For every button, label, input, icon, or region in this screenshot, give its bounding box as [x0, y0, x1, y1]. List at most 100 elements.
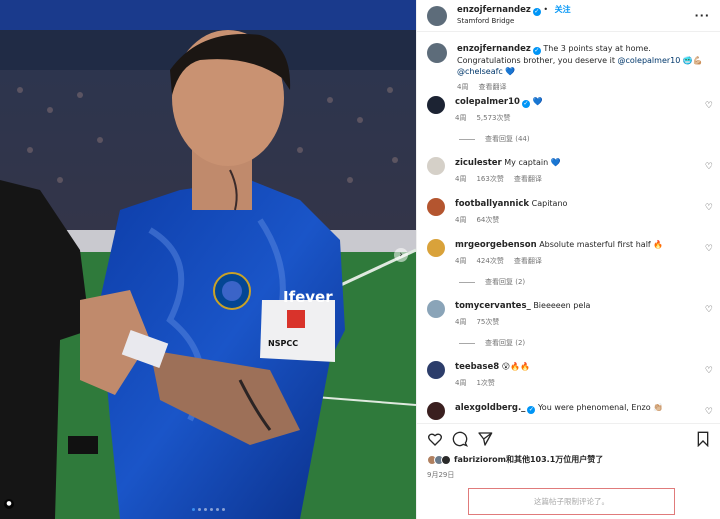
comment-item: colepalmer10 ✓ 💙 4周 5,573次赞 ♡	[417, 96, 720, 124]
like-heart-icon[interactable]: ♡	[705, 244, 713, 254]
comment-item: teebase8 😮🔥🔥 4周 1次赞 ♡	[417, 361, 720, 389]
blue-heart-emoji: 💙	[505, 67, 516, 76]
separator: •	[543, 5, 551, 14]
comment-username[interactable]: ziculester	[455, 158, 502, 168]
caption-time: 4周	[457, 83, 469, 91]
comment-text: Bieeeeen pela	[533, 301, 591, 310]
comment-username[interactable]: colepalmer10	[455, 97, 520, 107]
comment-time: 4周	[455, 257, 467, 265]
author-info: enzojfernandez ✓ • 关注 Stamford Bridge	[457, 4, 694, 27]
comment-text: You were phenomenal, Enzo 👏🏼	[537, 403, 664, 412]
tagged-people-icon[interactable]: ●	[4, 499, 14, 509]
share-icon[interactable]	[477, 431, 493, 447]
heart-icon[interactable]	[427, 431, 443, 447]
caption-username[interactable]: enzojfernandez	[457, 44, 531, 54]
commenter-avatar[interactable]	[427, 361, 445, 379]
comment-username[interactable]: footballyannick	[455, 199, 529, 209]
carousel-dot	[215, 508, 219, 511]
comment-username[interactable]: tomycervantes_	[455, 301, 531, 311]
view-replies[interactable]: 查看回复 (2)	[459, 277, 525, 287]
carousel-dot	[191, 508, 195, 511]
verified-icon: ✓	[532, 47, 541, 55]
comment-item: footballyannick Capitano 4周 64次赞 ♡	[417, 198, 720, 226]
view-replies-label[interactable]: 查看回复 (2)	[485, 277, 525, 287]
comment-icon[interactable]	[452, 431, 468, 447]
commenter-avatar[interactable]	[427, 198, 445, 216]
like-heart-icon[interactable]: ♡	[705, 366, 713, 376]
comment-text: 😮🔥🔥	[501, 362, 530, 371]
commenter-avatar[interactable]	[427, 96, 445, 114]
post-panel: enzojfernandez ✓ • 关注 Stamford Bridge ···…	[416, 0, 720, 519]
post-date: 9月29日	[427, 471, 455, 479]
comment-time: 4周	[455, 379, 467, 387]
like-heart-icon[interactable]: ♡	[705, 407, 713, 417]
comment-likes[interactable]: 75次赞	[476, 318, 499, 326]
verified-icon: ✓	[532, 8, 541, 16]
sponsor-text: Ifever	[283, 288, 333, 306]
view-replies-label[interactable]: 查看回复 (44)	[485, 134, 530, 144]
follow-button[interactable]: 关注	[555, 5, 571, 14]
comment-time: 4周	[455, 114, 467, 122]
comment-item: mrgeorgebenson Absolute masterful first …	[417, 239, 720, 267]
likes-summary[interactable]: fabriziorom和其他103.1万位用户赞了	[427, 454, 603, 465]
post-header: enzojfernandez ✓ • 关注 Stamford Bridge ···	[417, 0, 720, 32]
view-replies-label[interactable]: 查看回复 (2)	[485, 338, 525, 348]
translate-link[interactable]: 查看翻译	[478, 83, 506, 91]
reply-line	[459, 281, 475, 283]
caption-mention-colepalmer[interactable]: @colepalmer10	[618, 56, 681, 65]
translate-link[interactable]: 查看翻译	[514, 257, 542, 265]
comment-likes[interactable]: 5,573次赞	[476, 114, 510, 122]
like-heart-icon[interactable]: ♡	[705, 162, 713, 172]
view-replies[interactable]: 查看回复 (2)	[459, 338, 525, 348]
comment-text: Absolute masterful first half 🔥	[539, 240, 664, 249]
player-image: NSPCC Ifever	[0, 0, 416, 519]
commenter-avatar[interactable]	[427, 157, 445, 175]
liker-avatar	[441, 454, 451, 465]
next-photo-chevron-right-icon[interactable]: ›	[394, 248, 408, 262]
commenter-avatar[interactable]	[427, 239, 445, 257]
like-heart-icon[interactable]: ♡	[705, 305, 713, 315]
reply-line	[459, 138, 475, 140]
comment-item: ziculester My captain 💙 4周 163次赞 查看翻译 ♡	[417, 157, 720, 185]
comment-item: tomycervantes_ Bieeeeen pela 4周 75次赞 ♡	[417, 300, 720, 328]
comment-likes[interactable]: 1次赞	[476, 379, 494, 387]
author-username[interactable]: enzojfernandez	[457, 5, 531, 15]
comment-username[interactable]: mrgeorgebenson	[455, 240, 537, 250]
verified-icon: ✓	[527, 406, 536, 414]
translate-link[interactable]: 查看翻译	[514, 175, 542, 183]
comment-text: Capitano	[531, 199, 568, 208]
post-photo[interactable]: NSPCC Ifever › ●	[0, 0, 416, 519]
like-heart-icon[interactable]: ♡	[705, 203, 713, 213]
comment-text: 💙	[532, 97, 543, 106]
caption: enzojfernandez ✓ The 3 points stay at hom…	[417, 43, 720, 93]
likes-text[interactable]: fabriziorom和其他103.1万位用户赞了	[454, 454, 603, 465]
verified-icon: ✓	[521, 100, 530, 108]
comment-text: My captain 💙	[504, 158, 561, 167]
commenter-avatar[interactable]	[427, 300, 445, 318]
comment-likes[interactable]: 424次赞	[476, 257, 503, 265]
comment-likes[interactable]: 163次赞	[476, 175, 503, 183]
post-location[interactable]: Stamford Bridge	[457, 16, 694, 27]
more-options-icon[interactable]: ···	[694, 9, 710, 22]
comment-time: 4周	[455, 216, 467, 224]
carousel-dot	[209, 508, 213, 511]
caption-emoji: 🥶💪🏼	[682, 56, 703, 65]
comment-username[interactable]: teebase8	[455, 362, 499, 372]
action-bar	[417, 423, 720, 453]
caption-avatar[interactable]	[427, 43, 447, 63]
caption-mention-chelseafc[interactable]: @chelseafc	[457, 67, 503, 76]
like-heart-icon[interactable]: ♡	[705, 101, 713, 111]
comment-likes[interactable]: 64次赞	[476, 216, 499, 224]
carousel-dot	[203, 508, 207, 511]
comments-list[interactable]: enzojfernandez ✓ The 3 points stay at hom…	[417, 32, 720, 422]
comment-username[interactable]: alexgoldberg._	[455, 403, 525, 413]
reply-line	[459, 342, 475, 344]
carousel-dot	[197, 508, 201, 511]
commenter-avatar[interactable]	[427, 402, 445, 420]
bookmark-icon[interactable]	[695, 431, 711, 447]
armband-badge: NSPCC	[268, 339, 298, 348]
carousel-dots	[0, 508, 416, 511]
view-replies[interactable]: 查看回复 (44)	[459, 134, 530, 144]
liker-avatars	[427, 454, 451, 465]
author-avatar[interactable]	[427, 5, 447, 26]
